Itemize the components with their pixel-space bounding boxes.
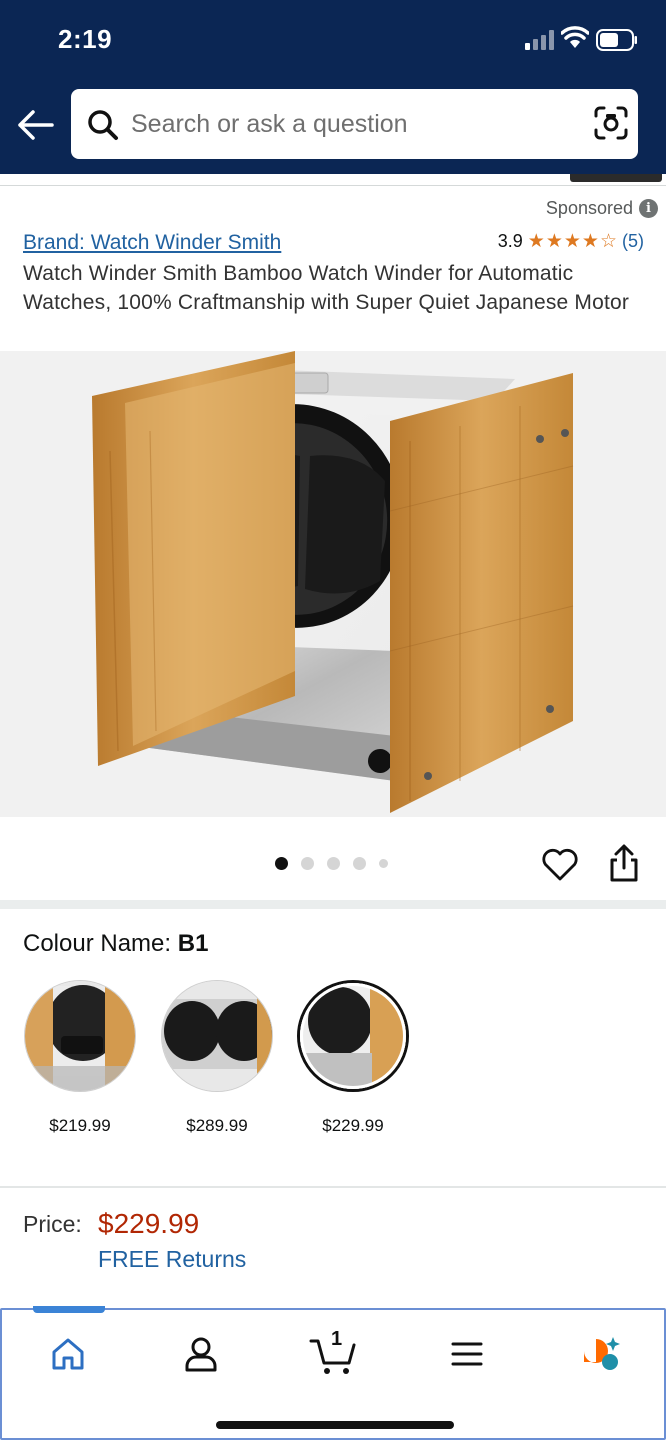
share-icon[interactable] [607,843,641,883]
home-indicator-bar[interactable] [216,1421,454,1429]
account-icon [185,1337,217,1372]
rating-summary[interactable]: 3.9 ★ ★ ★ ★ ☆ (5) [498,231,644,252]
review-count[interactable]: (5) [622,231,644,252]
swatch-1-image [25,981,135,1091]
carousel-dot-active[interactable] [275,857,288,870]
image-carousel-dots[interactable] [275,857,388,870]
previous-item-edge [570,174,662,182]
sponsored-label[interactable]: Sponsored i [546,198,658,219]
home-icon [52,1338,84,1370]
nav-ai-assistant[interactable] [579,1332,623,1376]
info-icon[interactable]: i [639,199,658,218]
app-header: 2:19 [0,0,666,174]
sponsored-text: Sponsored [545,198,633,218]
brand-link[interactable]: Brand: Watch Winder Smith [23,231,281,255]
status-time: 2:19 [58,24,113,54]
camera-lens-icon[interactable] [594,106,628,140]
colour-swatch-1[interactable] [24,980,136,1092]
back-arrow-icon[interactable] [14,104,56,146]
rating-value: 3.9 [497,231,523,251]
star-empty-icon: ☆ [599,231,617,252]
wifi-icon [561,26,589,48]
menu-icon [451,1342,483,1366]
watch-winder-illustration [92,351,574,813]
carousel-dot[interactable] [327,857,340,870]
colour-selected-value: B1 [177,930,209,957]
colour-swatch-2[interactable] [161,980,273,1092]
price-label: Price: [23,1211,82,1237]
swatch-3-price: $229.99 [322,1116,384,1135]
heart-icon[interactable] [541,846,579,882]
active-tab-indicator [33,1306,105,1313]
battery-icon [596,29,637,51]
nav-cart[interactable]: 1 [308,1328,360,1376]
header-divider [0,174,666,186]
colour-swatch-3-selected[interactable] [297,980,409,1092]
price-value: $229.99 [98,1208,200,1239]
swatch-2-price: $289.99 [186,1116,248,1135]
search-bar[interactable] [71,89,638,159]
nav-menu[interactable] [445,1332,489,1376]
carousel-dot[interactable] [301,857,314,870]
swatch-1-price: $219.99 [49,1116,111,1135]
search-input[interactable] [131,101,571,147]
star-full-icon: ★ [581,231,599,252]
swatch-2-image [162,981,272,1091]
bottom-navigation-bar: 1 [0,1306,666,1440]
cart-count: 1 [331,1328,343,1350]
section-separator [0,900,666,909]
product-image[interactable] [0,351,666,817]
free-returns-link[interactable]: FREE Returns [98,1246,246,1273]
star-rating: ★ ★ ★ ★ ☆ [528,232,617,251]
search-icon [88,110,118,140]
star-full-icon: ★ [563,231,581,252]
price-separator [0,1186,666,1188]
carousel-dot[interactable] [353,857,366,870]
colour-name-label: Colour Name: B1 [23,930,208,958]
nav-home[interactable] [46,1332,90,1376]
ai-assistant-icon [584,1337,620,1370]
carousel-dot[interactable] [379,859,388,868]
star-full-icon: ★ [545,231,563,252]
cellular-signal-icon [525,30,554,50]
nav-account[interactable] [179,1332,223,1376]
star-full-icon: ★ [527,231,545,252]
swatch-3-image [300,983,406,1089]
product-title[interactable]: Watch Winder Smith Bamboo Watch Winder f… [23,259,643,317]
colour-label-text: Colour Name: [23,930,172,957]
